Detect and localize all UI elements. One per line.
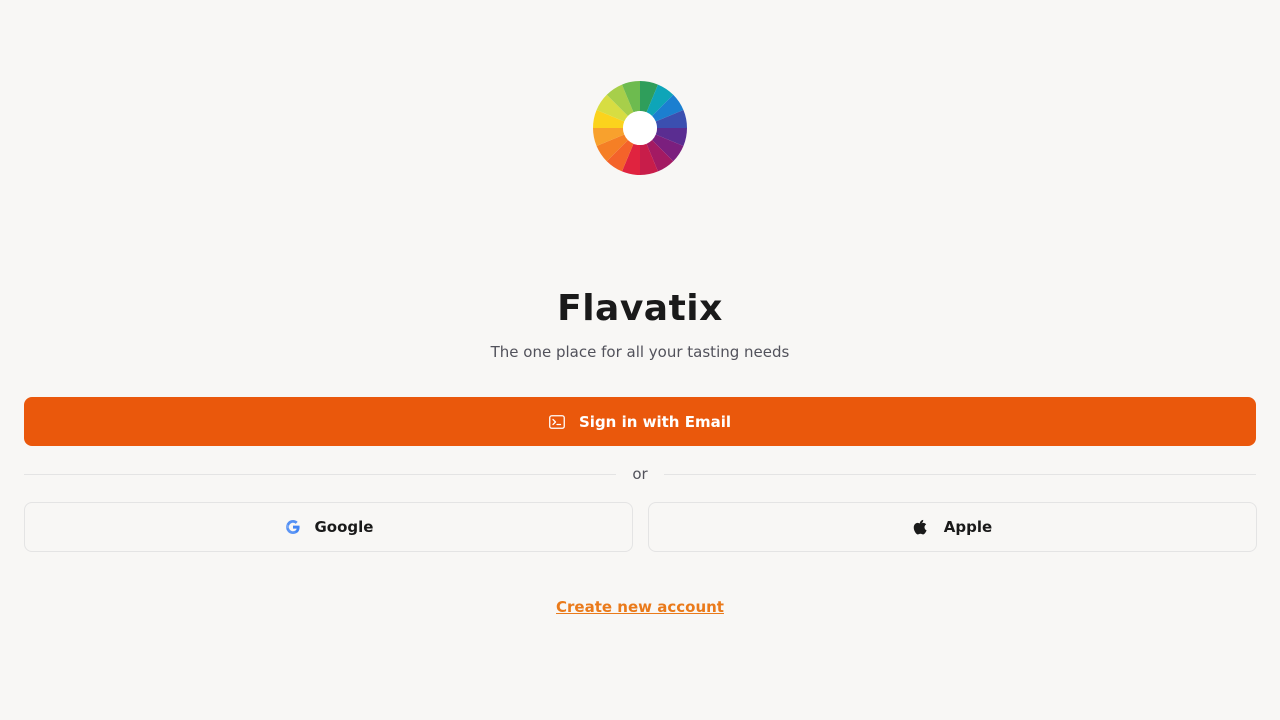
create-account-wrap: Create new account: [0, 596, 1280, 618]
sign-in-email-button[interactable]: Sign in with Email: [24, 397, 1256, 446]
apple-sign-in-button[interactable]: Apple: [648, 502, 1257, 552]
apple-label: Apple: [943, 518, 993, 536]
or-divider: or: [24, 464, 1257, 484]
google-sign-in-button[interactable]: Google: [24, 502, 633, 552]
apple-icon: [913, 518, 931, 536]
app-tagline: The one place for all your tasting needs: [490, 343, 790, 361]
divider-line-right: [663, 473, 1257, 475]
google-label: Google: [314, 518, 374, 536]
divider-line-left: [24, 473, 617, 475]
color-wheel-logo: [592, 80, 688, 176]
login-page: Flavatix The one place for all your tast…: [0, 0, 1280, 720]
google-icon: [284, 518, 302, 536]
app-title: Flavatix: [557, 288, 723, 329]
logo-center: [623, 111, 657, 145]
sign-in-email-label: Sign in with Email: [579, 412, 731, 431]
create-account-link[interactable]: Create new account: [556, 598, 724, 616]
divider-label: or: [632, 465, 648, 483]
terminal-icon: [549, 414, 565, 429]
